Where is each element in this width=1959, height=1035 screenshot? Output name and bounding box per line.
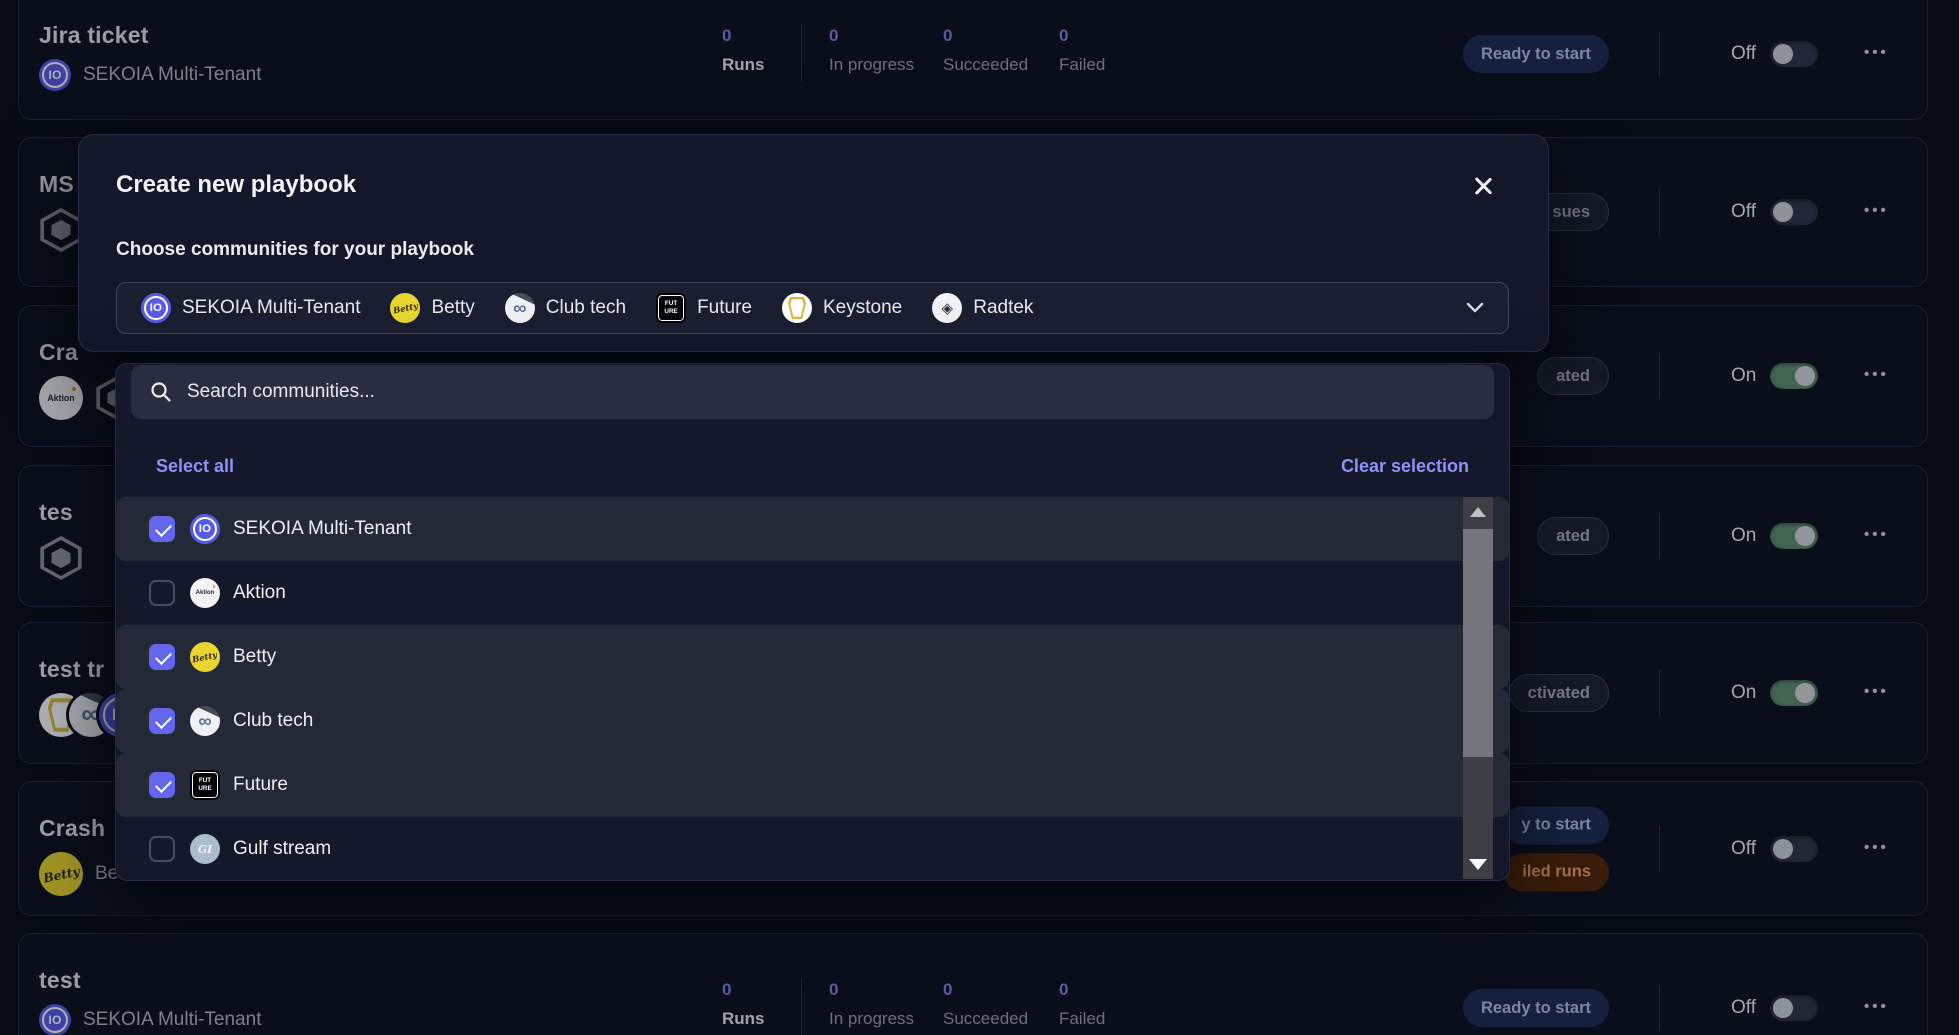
community-chip: Keystone (782, 293, 902, 323)
community-chip: Club tech (505, 293, 626, 323)
communities-dropdown: Select all Clear selection SEKOIA Multi-… (115, 363, 1510, 881)
community-checkbox[interactable] (149, 772, 175, 798)
aktion-icon (190, 578, 220, 608)
community-name: Future (233, 774, 288, 796)
community-checkbox[interactable] (149, 580, 175, 606)
search-icon (149, 380, 173, 404)
community-chip-label: Club tech (546, 297, 626, 319)
selection-actions: Select all Clear selection (156, 456, 1469, 477)
betty-icon (390, 293, 420, 323)
scrollbar-up-arrow-icon[interactable] (1463, 497, 1493, 527)
community-chip: Future (656, 293, 752, 323)
selected-communities: SEKOIA Multi-Tenant Betty Club tech Future K… (141, 293, 1033, 323)
chevron-down-icon (1466, 302, 1484, 314)
community-chip: SEKOIA Multi-Tenant (141, 293, 360, 323)
community-chip-label: SEKOIA Multi-Tenant (182, 297, 360, 319)
community-list-item[interactable]: Aktion (116, 561, 1509, 625)
clubtech-icon (190, 706, 220, 736)
community-list-item[interactable]: Club tech (116, 689, 1509, 753)
gulf-icon (190, 834, 220, 864)
community-chip: Betty (390, 293, 474, 323)
future-icon (190, 770, 220, 800)
community-name: Aktion (233, 582, 286, 604)
community-chip: Radtek (932, 293, 1033, 323)
community-chip-label: Keystone (823, 297, 902, 319)
keystone-icon (782, 293, 812, 323)
modal-title: Create new playbook (116, 171, 356, 199)
community-name: SEKOIA Multi-Tenant (233, 518, 411, 540)
communities-section-label: Choose communities for your playbook (116, 239, 474, 261)
close-icon[interactable] (1470, 173, 1496, 199)
community-checkbox[interactable] (149, 708, 175, 734)
community-name: Betty (233, 646, 276, 668)
community-list-item[interactable]: Future (116, 753, 1509, 817)
community-checkbox[interactable] (149, 644, 175, 670)
radtek-icon (932, 293, 962, 323)
community-chip-label: Betty (431, 297, 474, 319)
community-list-item[interactable]: Betty (116, 625, 1509, 689)
scrollbar-down-arrow-icon[interactable] (1463, 849, 1493, 879)
select-all-link[interactable]: Select all (156, 456, 234, 477)
community-checkbox[interactable] (149, 836, 175, 862)
sekoia-icon (190, 514, 220, 544)
search-bar (131, 365, 1494, 419)
search-input[interactable] (187, 381, 1476, 403)
community-list-item[interactable]: Gulf stream (116, 817, 1509, 881)
betty-icon (190, 642, 220, 672)
clear-selection-link[interactable]: Clear selection (1341, 456, 1469, 477)
scrollbar[interactable] (1463, 497, 1493, 879)
communities-list: SEKOIA Multi-Tenant Aktion Betty Club te… (116, 497, 1509, 881)
create-playbook-modal: Create new playbook Choose communities f… (78, 134, 1549, 352)
community-list-item[interactable]: SEKOIA Multi-Tenant (116, 497, 1509, 561)
community-chip-label: Future (697, 297, 752, 319)
community-name: Club tech (233, 710, 313, 732)
community-chip-label: Radtek (973, 297, 1033, 319)
community-checkbox[interactable] (149, 516, 175, 542)
sekoia-icon (141, 293, 171, 323)
communities-select[interactable]: SEKOIA Multi-Tenant Betty Club tech Future K… (116, 282, 1509, 334)
clubtech-icon (505, 293, 535, 323)
scrollbar-thumb[interactable] (1463, 529, 1493, 757)
future-icon (656, 293, 686, 323)
community-name: Gulf stream (233, 838, 331, 860)
